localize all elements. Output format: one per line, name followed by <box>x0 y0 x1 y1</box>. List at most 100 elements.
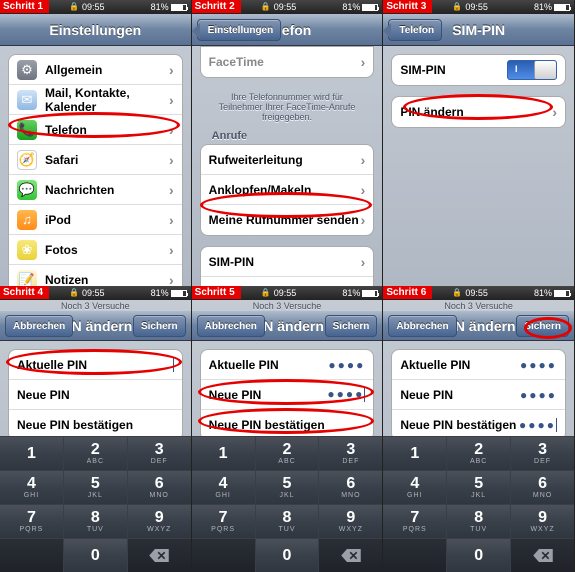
key-9[interactable]: 9WXYZ <box>319 505 382 538</box>
key-1[interactable]: 1 <box>0 437 63 470</box>
key-2[interactable]: 2ABC <box>447 437 510 470</box>
chevron-right-icon: › <box>552 104 557 120</box>
settings-row-photo[interactable]: ❀Fotos› <box>9 235 182 265</box>
phone-row[interactable]: Rufweiterleitung› <box>201 145 374 175</box>
back-button[interactable]: Einstellungen <box>197 19 282 41</box>
key-0[interactable]: 0 <box>256 539 319 572</box>
nav-bar: Telefon SIM-PIN <box>383 14 574 46</box>
cancel-button[interactable]: Abbrechen <box>5 315 73 337</box>
key-3[interactable]: 3DEF <box>319 437 382 470</box>
current-pin-field[interactable]: Aktuelle PIN●●●● <box>392 350 565 380</box>
new-pin-field[interactable]: Neue PIN●●●● <box>201 380 374 410</box>
screen-5: Schritt 5🔒09:5581%Noch 3 VersucheAbbrech… <box>192 286 384 572</box>
step-label: Schritt 5 <box>192 286 241 299</box>
current-pin-field[interactable]: Aktuelle PIN●●●● <box>201 350 374 380</box>
section-header: Anrufe <box>200 126 375 144</box>
phone-row[interactable]: Meine Rufnummer senden› <box>201 205 374 235</box>
numeric-keypad: 12ABC3DEF 4GHI5JKL6MNO 7PQRS8TUV9WXYZ0 <box>383 436 574 572</box>
nav-title: Einstellungen <box>49 22 141 38</box>
chevron-right-icon: › <box>169 242 174 258</box>
settings-row-notes[interactable]: 📝Notizen› <box>9 265 182 286</box>
status-time: 09:55 <box>82 2 105 12</box>
key-2[interactable]: 2ABC <box>256 437 319 470</box>
nav-bar: AbbrechenPIN ändernSichern <box>383 311 574 341</box>
notes-icon: 📝 <box>17 270 37 287</box>
key-5[interactable]: 5JKL <box>256 471 319 504</box>
key-blank <box>0 539 63 572</box>
key-7[interactable]: 7PQRS <box>383 505 446 538</box>
key-4[interactable]: 4GHI <box>192 471 255 504</box>
key-2[interactable]: 2ABC <box>64 437 127 470</box>
sim-pin-switch[interactable]: I <box>507 60 557 80</box>
key-1[interactable]: 1 <box>383 437 446 470</box>
settings-row-mail[interactable]: ✉Mail, Kontakte, Kalender› <box>9 85 182 115</box>
key-9[interactable]: 9WXYZ <box>128 505 191 538</box>
step-label: Schritt 6 <box>383 286 432 299</box>
settings-row-safari[interactable]: 🧭Safari› <box>9 145 182 175</box>
chevron-right-icon: › <box>169 182 174 198</box>
new-pin-field[interactable]: Neue PIN●●●● <box>392 380 565 410</box>
step-label: Schritt 2 <box>192 0 241 13</box>
battery-icon: 81% <box>151 2 187 12</box>
chevron-right-icon: › <box>361 54 366 70</box>
current-pin-field[interactable]: Aktuelle PIN <box>9 350 182 380</box>
save-button[interactable]: Sichern <box>516 315 569 337</box>
key-3[interactable]: 3DEF <box>128 437 191 470</box>
phone-row[interactable]: SIM-PIN› <box>201 247 374 277</box>
chevron-right-icon: › <box>169 62 174 78</box>
mail-icon: ✉ <box>17 90 37 110</box>
key-6[interactable]: 6MNO <box>319 471 382 504</box>
key-3[interactable]: 3DEF <box>511 437 574 470</box>
key-4[interactable]: 4GHI <box>383 471 446 504</box>
new-pin-field[interactable]: Neue PIN <box>9 380 182 410</box>
key-5[interactable]: 5JKL <box>447 471 510 504</box>
step-label: Schritt 4 <box>0 286 49 299</box>
key-delete[interactable] <box>128 539 191 572</box>
chevron-right-icon: › <box>361 212 366 228</box>
lock-icon: 🔒 <box>69 2 79 12</box>
step-label: Schritt 1 <box>0 0 49 13</box>
msg-icon: 💬 <box>17 180 37 200</box>
chevron-right-icon: › <box>169 272 174 287</box>
key-8[interactable]: 8TUV <box>256 505 319 538</box>
phone-row[interactable]: Anklopfen/Makeln› <box>201 175 374 205</box>
numeric-keypad: 12ABC3DEF 4GHI5JKL6MNO 7PQRS8TUV9WXYZ0 <box>192 436 383 572</box>
settings-row-msg[interactable]: 💬Nachrichten› <box>9 175 182 205</box>
save-button[interactable]: Sichern <box>325 315 378 337</box>
cancel-button[interactable]: Abbrechen <box>197 315 265 337</box>
key-5[interactable]: 5JKL <box>64 471 127 504</box>
chevron-right-icon: › <box>361 254 366 270</box>
settings-row-ipod[interactable]: ♫iPod› <box>9 205 182 235</box>
chevron-right-icon: › <box>361 182 366 198</box>
key-7[interactable]: 7PQRS <box>0 505 63 538</box>
key-6[interactable]: 6MNO <box>511 471 574 504</box>
key-8[interactable]: 8TUV <box>447 505 510 538</box>
change-pin-row[interactable]: PIN ändern› <box>392 97 565 127</box>
key-7[interactable]: 7PQRS <box>192 505 255 538</box>
numeric-keypad: 12ABC3DEF 4GHI5JKL6MNO 7PQRS8TUV9WXYZ0 <box>0 436 191 572</box>
settings-row-phone[interactable]: 📞Telefon› <box>9 115 182 145</box>
chevron-right-icon: › <box>361 152 366 168</box>
key-6[interactable]: 6MNO <box>128 471 191 504</box>
back-button[interactable]: Telefon <box>388 19 442 41</box>
nav-bar: AbbrechenPIN ändernSichern <box>0 311 191 341</box>
key-8[interactable]: 8TUV <box>64 505 127 538</box>
settings-row-gear[interactable]: ⚙Allgemein› <box>9 55 182 85</box>
nav-bar: Einstellungen <box>0 14 191 46</box>
key-0[interactable]: 0 <box>447 539 510 572</box>
phone-icon: 📞 <box>17 120 37 140</box>
screen-3: Schritt 3 🔒09:55 81% Telefon SIM-PIN SIM… <box>383 0 575 286</box>
key-9[interactable]: 9WXYZ <box>511 505 574 538</box>
sim-pin-toggle-row: SIM-PIN I <box>392 55 565 85</box>
key-0[interactable]: 0 <box>64 539 127 572</box>
chevron-right-icon: › <box>169 122 174 138</box>
key-1[interactable]: 1 <box>192 437 255 470</box>
save-button[interactable]: Sichern <box>133 315 186 337</box>
key-blank <box>192 539 255 572</box>
key-delete[interactable] <box>511 539 574 572</box>
attempts-label: Noch 3 Versuche <box>383 300 574 311</box>
key-4[interactable]: 4GHI <box>0 471 63 504</box>
phone-row[interactable]: SIM-Anwendungen› <box>201 277 374 286</box>
key-delete[interactable] <box>319 539 382 572</box>
cancel-button[interactable]: Abbrechen <box>388 315 456 337</box>
